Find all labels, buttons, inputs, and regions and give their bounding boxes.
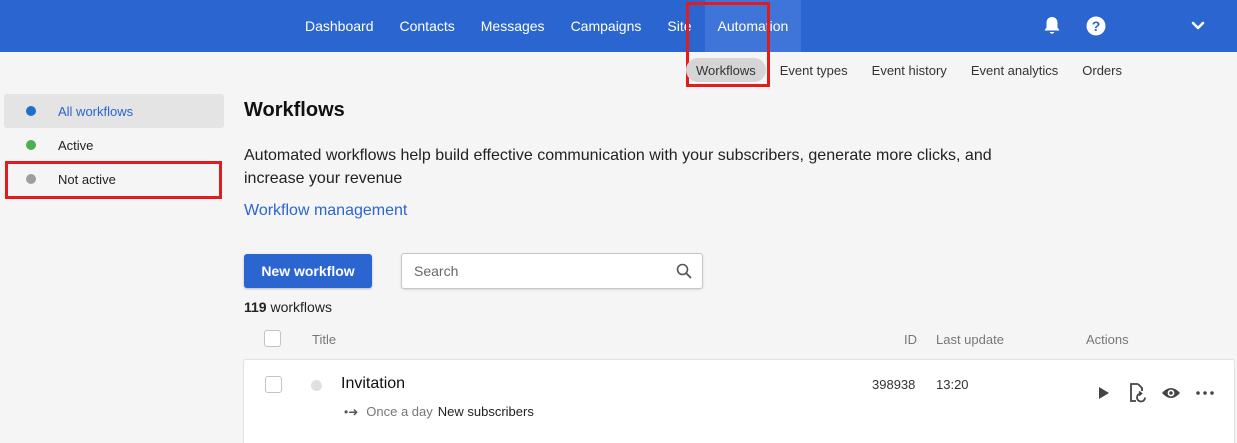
workflow-filter-sidebar: All workflows Active Not active — [4, 94, 224, 196]
page-title: Workflows — [244, 99, 345, 121]
row-checkbox[interactable] — [265, 376, 282, 393]
subnav-event-history[interactable]: Event history — [860, 58, 959, 82]
select-all-checkbox[interactable] — [264, 330, 281, 347]
page-description: Automated workflows help build effective… — [244, 147, 992, 187]
subnav-workflows[interactable]: Workflows — [686, 58, 766, 82]
status-dot-icon — [26, 106, 36, 116]
row-status-dot-icon — [311, 380, 322, 391]
workflow-count-number: 119 — [244, 299, 267, 315]
subnav-orders[interactable]: Orders — [1070, 58, 1134, 82]
nav-messages[interactable]: Messages — [468, 0, 558, 52]
row-frequency: Once a day — [366, 404, 433, 419]
top-navigation-bar: Dashboard Contacts Messages Campaigns Si… — [0, 0, 1237, 52]
row-title[interactable]: Invitation — [341, 375, 405, 393]
svg-text:?: ? — [1092, 18, 1101, 34]
restore-icon[interactable] — [1128, 383, 1148, 403]
row-id: 398938 — [872, 377, 916, 392]
row-meta: •➜ Once a day New subscribers — [344, 404, 534, 419]
subnav-event-types[interactable]: Event types — [768, 58, 860, 82]
row-last-update: 13:20 — [936, 377, 969, 392]
more-icon[interactable] — [1195, 383, 1215, 403]
new-workflow-button[interactable]: New workflow — [244, 254, 372, 288]
eye-icon[interactable] — [1161, 383, 1181, 403]
sidebar-item-active[interactable]: Active — [4, 128, 224, 162]
workflow-management-link[interactable]: Workflow management — [244, 202, 407, 220]
nav-site[interactable]: Site — [654, 0, 704, 52]
chevron-down-icon[interactable] — [1186, 14, 1210, 38]
column-header-id[interactable]: ID — [904, 332, 917, 347]
sidebar-item-label: Not active — [58, 171, 116, 187]
nav-contacts[interactable]: Contacts — [387, 0, 468, 52]
bell-icon[interactable] — [1040, 14, 1064, 38]
nav-campaigns[interactable]: Campaigns — [558, 0, 655, 52]
search-box — [401, 253, 703, 289]
row-trigger: New subscribers — [437, 404, 534, 419]
workflow-count: 119 workflows — [244, 299, 332, 315]
sidebar-item-label: Active — [58, 137, 94, 153]
help-icon[interactable]: ? — [1084, 14, 1108, 38]
sub-navigation: Workflows Event types Event history Even… — [686, 58, 1134, 82]
nav-automation[interactable]: Automation — [704, 0, 802, 52]
workflow-count-label: workflows — [270, 299, 332, 315]
trigger-arrow-icon: •➜ — [344, 404, 359, 419]
table-row[interactable]: Invitation •➜ Once a day New subscribers… — [243, 359, 1235, 443]
column-header-title[interactable]: Title — [312, 332, 336, 347]
sidebar-item-all-workflows[interactable]: All workflows — [4, 94, 224, 128]
column-header-actions: Actions — [1086, 332, 1129, 347]
main-nav: Dashboard Contacts Messages Campaigns Si… — [292, 0, 802, 52]
column-header-last-update[interactable]: Last update — [936, 332, 1004, 347]
sidebar-item-label: All workflows — [58, 103, 134, 119]
search-input[interactable] — [414, 254, 664, 288]
sidebar-item-not-active[interactable]: Not active — [4, 162, 224, 196]
play-icon[interactable] — [1094, 383, 1114, 403]
nav-dashboard[interactable]: Dashboard — [292, 0, 387, 52]
status-dot-icon — [26, 174, 36, 184]
search-icon[interactable] — [676, 263, 692, 279]
subnav-event-analytics[interactable]: Event analytics — [959, 58, 1070, 82]
status-dot-icon — [26, 140, 36, 150]
